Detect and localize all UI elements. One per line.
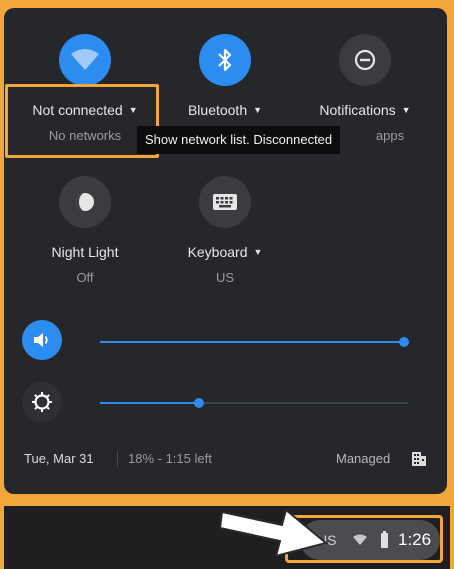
- keyboard-layout: US: [215, 270, 235, 285]
- chevron-down-icon: ▼: [253, 105, 263, 115]
- chevron-down-icon: ▼: [401, 105, 411, 115]
- notifications-toggle[interactable]: [339, 34, 391, 86]
- night-light-label[interactable]: Night Light: [25, 244, 145, 260]
- bluetooth-toggle[interactable]: [199, 34, 251, 86]
- volume-button[interactable]: [22, 320, 62, 360]
- pointer-arrow-icon: [218, 508, 329, 558]
- brightness-fill: [100, 402, 199, 404]
- network-toggle[interactable]: [59, 34, 111, 86]
- volume-icon: [34, 333, 48, 347]
- brightness-row: [22, 382, 62, 422]
- network-tooltip: Show network list. Disconnected: [137, 126, 341, 154]
- wifi-icon: [71, 49, 99, 70]
- notifications-label[interactable]: Notifications ▼: [305, 102, 425, 118]
- keyboard-icon: [213, 194, 237, 210]
- battery-status: 18% - 1:15 left: [128, 451, 212, 466]
- date-label[interactable]: Tue, Mar 31: [24, 451, 94, 466]
- night-light-icon: [76, 193, 94, 211]
- volume-thumb[interactable]: [399, 337, 409, 347]
- volume-row: [22, 320, 62, 360]
- brightness-thumb[interactable]: [193, 398, 204, 408]
- volume-fill: [100, 341, 404, 343]
- brightness-icon: [32, 392, 52, 412]
- night-light-status: Off: [76, 270, 94, 285]
- bluetooth-tile[interactable]: Bluetooth ▼: [165, 34, 285, 118]
- keyboard-tile[interactable]: Keyboard ▼ US: [165, 176, 285, 285]
- quick-settings-panel: Not connected ▼ No networks Bluetooth ▼ No…: [4, 8, 447, 494]
- night-light-tile[interactable]: Night Light Off: [25, 176, 145, 285]
- keyboard-toggle[interactable]: [199, 176, 251, 228]
- managed-label[interactable]: Managed: [336, 451, 390, 466]
- brightness-button[interactable]: [22, 382, 62, 422]
- do-not-disturb-icon: [354, 49, 376, 71]
- chevron-down-icon: ▼: [253, 247, 263, 257]
- network-highlight-box: [5, 84, 159, 158]
- building-icon[interactable]: [411, 451, 427, 467]
- night-light-toggle[interactable]: [59, 176, 111, 228]
- footer-divider: [117, 451, 118, 467]
- bluetooth-label[interactable]: Bluetooth ▼: [165, 102, 285, 118]
- volume-slider[interactable]: [100, 337, 409, 347]
- bluetooth-icon: [218, 48, 232, 72]
- brightness-slider[interactable]: [100, 398, 408, 408]
- keyboard-label[interactable]: Keyboard ▼: [165, 244, 285, 260]
